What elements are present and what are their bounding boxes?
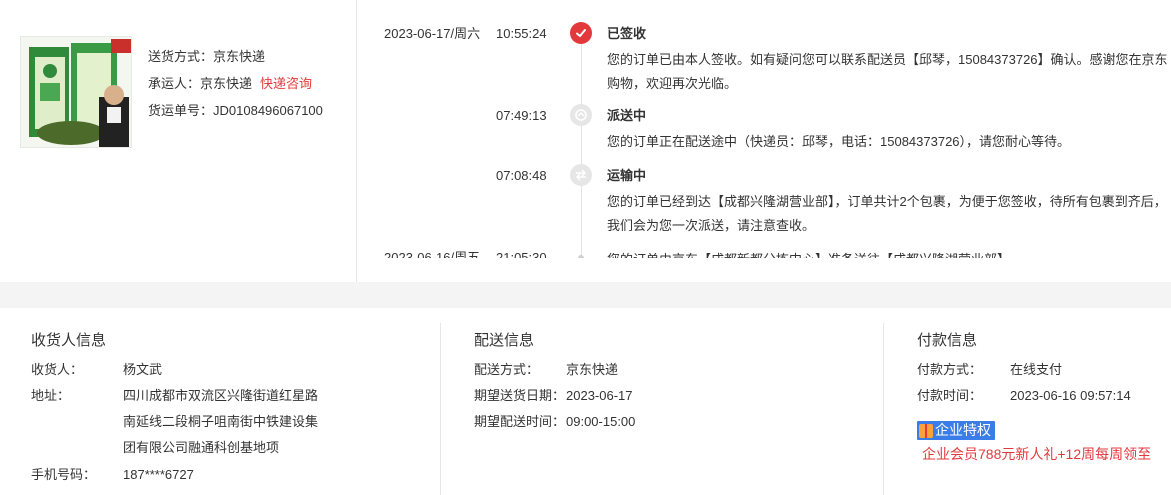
delivery-icon [570,104,592,126]
tea-product-picture [21,37,131,147]
check-icon [570,22,592,44]
event-time: 10:55:24 [496,26,547,41]
event-description: 您的订单正在配送途中（快递员：邱琴，电话：15084373726），请您耐心等待… [607,134,1071,149]
column-divider [883,323,884,495]
delivery-heading: 配送信息 [474,332,535,349]
delivery-method-value: 京东快递 [566,362,619,377]
expected-date-value: 2023-06-17 [566,388,633,403]
receiver-name-value: 杨文武 [123,362,163,377]
receiver-name-label: 收货人： [31,362,84,377]
event-description: 您的订单已由本人签收。如有疑问您可以联系配送员【邱琴，15084373726】确… [607,52,1168,91]
shipping-method-value: 京东快递 [213,49,266,64]
courier-inquiry-link[interactable]: 快递咨询 [260,76,312,91]
event-title: 已签收 [607,26,647,41]
payment-time-value: 2023-06-16 09:57:14 [1010,388,1131,403]
event-time: 07:49:13 [496,108,547,123]
timeline-line [581,38,582,258]
phone-label: 手机号码： [31,467,97,482]
phone-value: 187****6727 [123,467,194,482]
enterprise-promo-link[interactable]: 企业会员788元新人礼+12周每周领至 [922,444,1151,464]
event-description: 您的订单已经到达【成都兴隆湖营业部】，订单共计2个包裹，为便于您签收，待所有包裹… [607,194,1167,233]
shipping-method-row: 送货方式：京东快递 [148,47,323,74]
tracking-row: 货运单号：JD0108496067100 [148,101,323,128]
receiver-info-section: 收货人信息 收货人： 杨文武 地址： 四川成都市双流区兴隆街道红星路南延线二段桐… [31,308,431,495]
gift-icon [919,423,933,438]
delivery-method-label: 配送方式： [474,362,540,377]
event-date: 2023-06-17/周六 [384,26,481,41]
payment-method-value: 在线支付 [1010,362,1063,377]
event-title: 运输中 [607,168,647,183]
event-description: 您的订单由京东【成都新都分拣中心】准备送往【成都兴隆湖营业部】 [607,248,1171,258]
shipping-info: 送货方式：京东快递 承运人：京东快递 快递咨询 货运单号：JD0108496067… [148,47,323,128]
expected-time-label: 期望配送时间： [474,414,566,429]
event-date: 2023-06-16/周五 [384,250,481,258]
address-value: 四川成都市双流区兴隆街道红星路南延线二段桐子咀南街中铁建设集团有限公司融通科创基… [123,388,319,455]
column-divider [440,323,441,495]
tracking-timeline[interactable]: 2023-06-17/周六 10:55:24 已签收 您的订单已由本人签收。如有… [357,0,1171,258]
receiver-name-row: 收货人： [31,357,83,383]
tracking-number: JD0108496067100 [213,103,323,118]
payment-time-label: 付款时间： [917,388,983,403]
carrier-row: 承运人：京东快递 快递咨询 [148,74,323,101]
payment-heading: 付款信息 [917,332,978,349]
event-title: 派送中 [607,108,647,123]
shipping-method-label: 送货方式： [148,49,214,64]
timeline-dot-icon [578,255,584,258]
payment-info-section: 付款信息 付款方式： 在线支付 付款时间： 2023-06-16 09:57:1… [917,308,1171,495]
expected-time-value: 09:00-15:00 [566,414,636,429]
enterprise-privilege-badge[interactable]: 企业特权 [917,421,995,440]
shipping-section: 送货方式：京东快递 承运人：京东快递 快递咨询 货运单号：JD0108496067… [0,0,1171,282]
receiver-heading: 收货人信息 [31,332,107,349]
delivery-info-section: 配送信息 配送方式： 京东快递 期望送货日期： 2023-06-17 期望配送时… [474,308,874,495]
enterprise-privilege-label: 企业特权 [935,422,991,438]
tracking-label: 货运单号： [148,103,214,118]
carrier-label: 承运人： [148,76,201,91]
event-time: 07:08:48 [496,168,547,183]
address-label: 地址： [31,388,71,403]
section-separator [0,282,1171,308]
payment-method-label: 付款方式： [917,362,983,377]
carrier-value: 京东快递 [200,76,253,91]
event-time: 21:05:30 [496,250,547,258]
product-image[interactable] [20,36,132,148]
transit-icon [570,164,592,186]
expected-date-label: 期望送货日期： [474,388,566,403]
